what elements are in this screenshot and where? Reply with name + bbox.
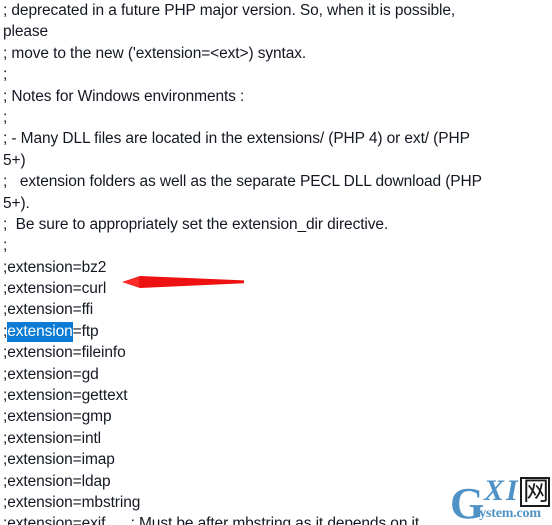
code-line[interactable]: 5+) — [0, 150, 552, 171]
code-line-extension-ftp[interactable]: ;extension=ftp — [0, 321, 552, 342]
code-line[interactable]: ; — [0, 235, 552, 256]
code-line-extension-gmp[interactable]: ;extension=gmp — [0, 406, 552, 427]
code-line-extension-imap[interactable]: ;extension=imap — [0, 449, 552, 470]
code-line-extension-exif[interactable]: ;extension=exif ; Must be after mbstring… — [0, 513, 552, 525]
code-line-extension-bz2[interactable]: ;extension=bz2 — [0, 257, 552, 278]
code-line[interactable]: ; — [0, 64, 552, 85]
code-line-extension-curl[interactable]: ;extension=curl — [0, 278, 552, 299]
code-line-extension-ldap[interactable]: ;extension=ldap — [0, 471, 552, 492]
code-line-extension-ffi[interactable]: ;extension=ffi — [0, 299, 552, 320]
code-line[interactable]: ; - Many DLL files are located in the ex… — [0, 128, 552, 149]
code-line-extension-intl[interactable]: ;extension=intl — [0, 428, 552, 449]
php-ini-text-content[interactable]: ; deprecated in a future PHP major versi… — [0, 0, 552, 525]
code-line-extension-gd[interactable]: ;extension=gd — [0, 364, 552, 385]
code-line[interactable]: ; — [0, 107, 552, 128]
line-suffix-ftp: =ftp — [72, 322, 99, 340]
code-line-extension-fileinfo[interactable]: ;extension=fileinfo — [0, 342, 552, 363]
code-line[interactable]: ; move to the new ('extension=<ext>) syn… — [0, 43, 552, 64]
code-line[interactable]: ; deprecated in a future PHP major versi… — [0, 0, 552, 21]
code-line[interactable]: 5+). — [0, 193, 552, 214]
screenshot-root: ; deprecated in a future PHP major versi… — [0, 0, 552, 525]
selected-text-extension[interactable]: extension — [7, 321, 73, 342]
code-line-extension-gettext[interactable]: ;extension=gettext — [0, 385, 552, 406]
code-line[interactable]: ; extension folders as well as the separ… — [0, 171, 552, 192]
code-line[interactable]: ; Notes for Windows environments : — [0, 86, 552, 107]
code-line[interactable]: please — [0, 21, 552, 42]
code-line-extension-mbstring[interactable]: ;extension=mbstring — [0, 492, 552, 513]
code-line[interactable]: ; Be sure to appropriately set the exten… — [0, 214, 552, 235]
